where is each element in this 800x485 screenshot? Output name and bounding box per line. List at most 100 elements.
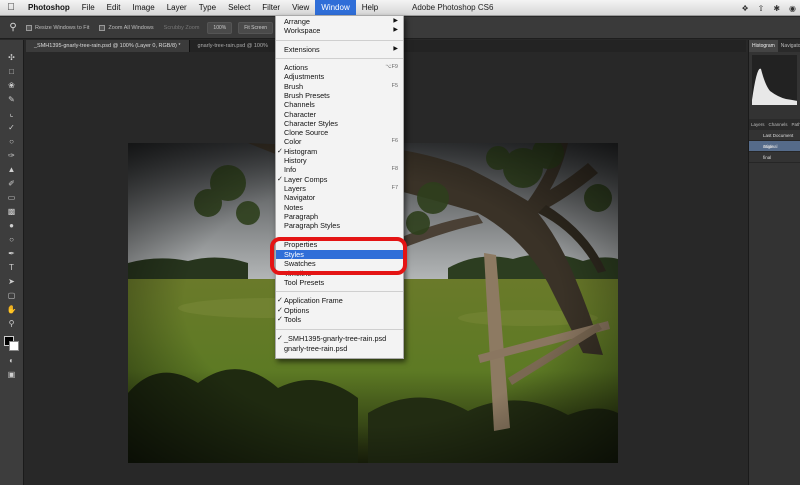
menu-photoshop[interactable]: Photoshop (22, 0, 76, 16)
menu-item-application-frame[interactable]: ✓ Application Frame (276, 296, 403, 305)
menu-item-document-1[interactable]: ✓ _SMH1395-gnarly-tree-rain.psd (276, 334, 403, 343)
menu-window[interactable]: Window (315, 0, 356, 16)
menu-item-histogram[interactable]: ✓ Histogram (276, 147, 403, 156)
tab-histogram[interactable]: Histogram (749, 40, 778, 52)
window-menu-dropdown: Arrange ▶ Workspace ▶ Extensions ▶ Actions ⌥… (275, 15, 404, 359)
menu-item-actions[interactable]: Actions ⌥F9 (276, 63, 403, 72)
crop-icon[interactable]: ⌞ (5, 108, 19, 119)
menu-layer[interactable]: Layer (161, 0, 193, 16)
menu-item-workspace[interactable]: Workspace ▶ (276, 26, 403, 35)
bluetooth-icon[interactable]: ✱ (773, 4, 780, 13)
history-row[interactable]: final (749, 152, 800, 163)
screen-mode-icon[interactable]: ▣ (5, 369, 19, 380)
menu-item-document-2[interactable]: gnarly-tree-rain.psd (276, 344, 403, 353)
menu-item-paragraph[interactable]: Paragraph (276, 212, 403, 221)
upload-icon[interactable]: ⇧ (758, 4, 765, 13)
zoom-icon[interactable]: ⚲ (5, 318, 19, 329)
menu-item-character-styles[interactable]: Character Styles (276, 119, 403, 128)
checkmark-icon: ✓ (277, 297, 283, 304)
color-swatches[interactable] (3, 336, 20, 352)
history-row[interactable]: original (749, 141, 800, 152)
menu-item-tools[interactable]: ✓ Tools (276, 315, 403, 324)
mac-menu-bar:  Photoshop File Edit Image Layer Type S… (0, 0, 800, 16)
type-icon[interactable]: T (5, 262, 19, 273)
menu-item-brush-presets[interactable]: Brush Presets (276, 91, 403, 100)
checkmark-icon: ✓ (277, 175, 283, 183)
menu-item-brush[interactable]: Brush F5 (276, 82, 403, 91)
menu-separator (276, 40, 403, 41)
marquee-icon[interactable]: □ (5, 66, 19, 77)
background-color[interactable] (8, 341, 19, 351)
menu-item-notes[interactable]: Notes (276, 203, 403, 212)
tab-channels[interactable]: Channels (767, 119, 790, 130)
eyedropper-icon[interactable]: ✓ (5, 122, 19, 133)
menu-filter[interactable]: Filter (256, 0, 286, 16)
brush-icon[interactable]: ✑ (5, 150, 19, 161)
menu-item-extensions[interactable]: Extensions ▶ (276, 45, 403, 54)
eraser-icon[interactable]: ▭ (5, 192, 19, 203)
menu-file[interactable]: File (76, 0, 101, 16)
history-brush-icon[interactable]: ✐ (5, 178, 19, 189)
zoom-all-windows-checkbox[interactable]: Zoom All Windows (99, 24, 154, 31)
menu-item-channels[interactable]: Channels (276, 100, 403, 109)
checkmark-icon: ✓ (277, 316, 283, 323)
menu-item-layer-comps[interactable]: ✓ Layer Comps (276, 175, 403, 184)
gradient-icon[interactable]: ▩ (5, 206, 19, 217)
wifi-icon[interactable]: ◉ (789, 4, 796, 13)
quick-select-icon[interactable]: ✎ (5, 94, 19, 105)
blur-icon[interactable]: ● (5, 220, 19, 231)
tab-paths[interactable]: Paths (790, 119, 800, 130)
menu-separator (276, 58, 403, 59)
menu-separator (276, 329, 403, 330)
pen-icon[interactable]: ✒ (5, 248, 19, 259)
menu-item-info[interactable]: Info F8 (276, 165, 403, 174)
menu-item-character[interactable]: Character (276, 110, 403, 119)
tab-document-1[interactable]: _SMH1395-gnarly-tree-rain.psd @ 100% (La… (26, 40, 190, 52)
menu-edit[interactable]: Edit (101, 0, 127, 16)
apple-icon[interactable]:  (0, 2, 22, 13)
menu-item-layers[interactable]: Layers F7 (276, 184, 403, 193)
menu-separator (276, 291, 403, 292)
menu-item-navigator[interactable]: Navigator (276, 193, 403, 202)
histogram-panel-tabs: Histogram Navigator (749, 40, 800, 52)
tools-panel: ✣ □ ❀ ✎ ⌞ ✓ ○ ✑ ▲ ✐ ▭ ▩ ● ○ ✒ T ➤ ▢ ✋ ⚲ … (0, 40, 24, 485)
status-tray: ❖ ⇧ ✱ ◉ (741, 0, 796, 16)
dropbox-icon[interactable]: ❖ (741, 4, 748, 13)
tab-document-2[interactable]: gnarly-tree-rain.psd @ 100% (190, 40, 277, 52)
layers-panel-tabs: Layers Channels Paths (749, 119, 800, 130)
fit-screen-button[interactable]: Fit Screen (238, 21, 274, 34)
menu-item-adjustments[interactable]: Adjustments (276, 72, 403, 81)
menu-image[interactable]: Image (126, 0, 160, 16)
zoom-tool-icon[interactable]: ⚲ (0, 22, 26, 33)
checkmark-icon: ✓ (277, 147, 283, 155)
checkmark-icon: ✓ (277, 335, 283, 342)
menu-item-clone-source[interactable]: Clone Source (276, 128, 403, 137)
history-row[interactable]: Last Document State (749, 130, 800, 149)
menu-select[interactable]: Select (222, 0, 256, 16)
path-select-icon[interactable]: ➤ (5, 276, 19, 287)
shape-icon[interactable]: ▢ (5, 290, 19, 301)
menu-type[interactable]: Type (193, 0, 222, 16)
healing-icon[interactable]: ○ (5, 136, 19, 147)
hand-icon[interactable]: ✋ (5, 304, 19, 315)
menu-help[interactable]: Help (356, 0, 384, 16)
actual-pixels-button[interactable]: 100% (207, 21, 233, 34)
move-icon[interactable]: ✣ (5, 52, 19, 63)
menu-view[interactable]: View (286, 0, 315, 16)
menu-item-arrange[interactable]: Arrange ▶ (276, 17, 403, 26)
menu-item-options[interactable]: ✓ Options (276, 306, 403, 315)
menu-item-history[interactable]: History (276, 156, 403, 165)
dodge-icon[interactable]: ○ (5, 234, 19, 245)
menu-item-color[interactable]: Color F6 (276, 137, 403, 146)
menu-item-paragraph-styles[interactable]: Paragraph Styles (276, 221, 403, 230)
scrubby-zoom-checkbox[interactable]: Scrubby Zoom (164, 25, 200, 31)
lasso-icon[interactable]: ❀ (5, 80, 19, 91)
submenu-arrow-icon: ▶ (393, 27, 398, 33)
tab-navigator[interactable]: Navigator (778, 40, 800, 52)
checkmark-icon: ✓ (277, 306, 283, 314)
quick-mask-icon[interactable]: ◐ (5, 355, 19, 366)
tab-layers[interactable]: Layers (749, 119, 767, 130)
resize-windows-checkbox[interactable]: Resize Windows to Fit (26, 24, 89, 31)
clone-stamp-icon[interactable]: ▲ (5, 164, 19, 175)
menu-item-tool-presets[interactable]: Tool Presets (276, 278, 403, 287)
